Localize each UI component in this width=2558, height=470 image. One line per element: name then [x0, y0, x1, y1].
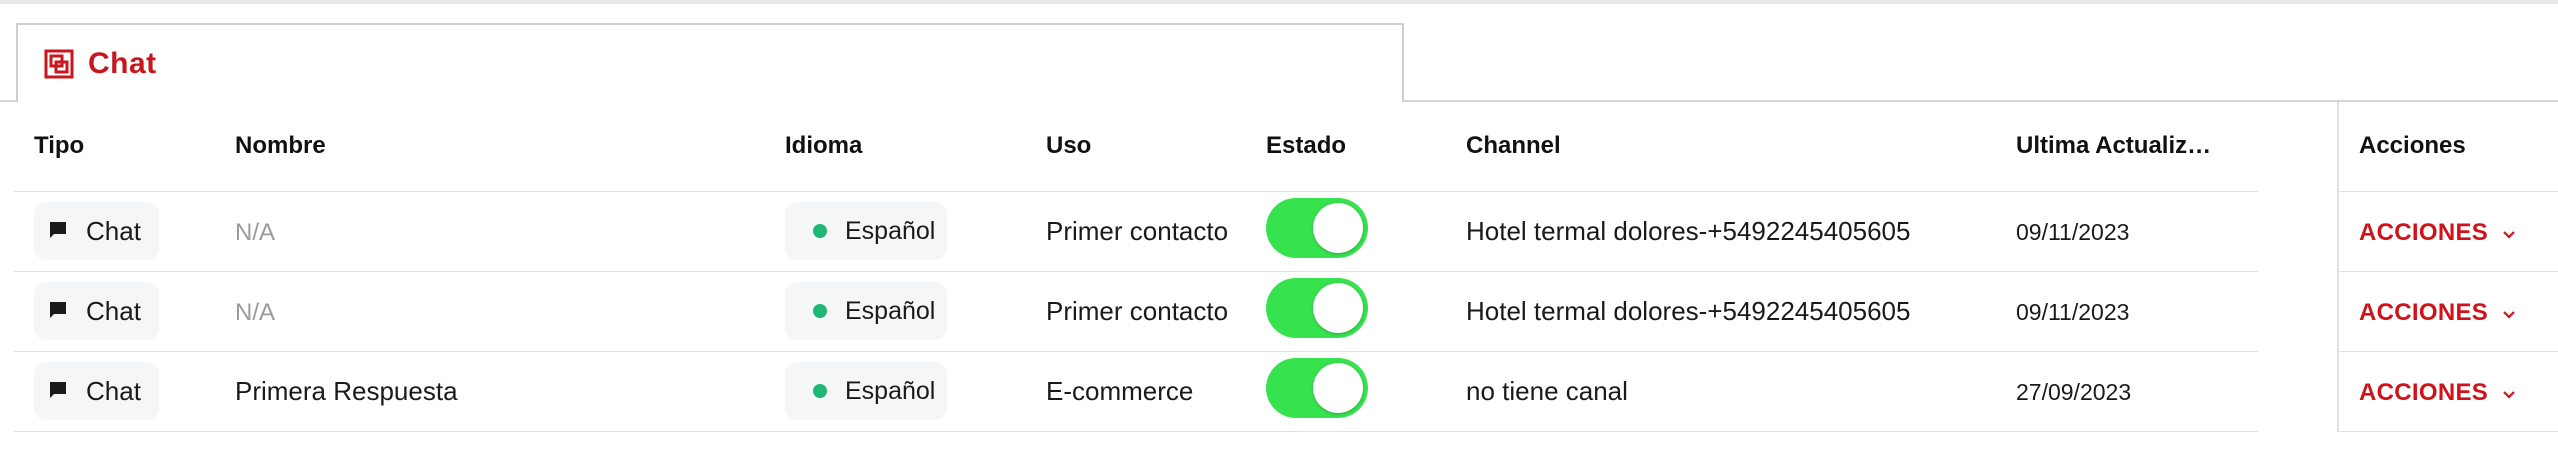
- channel-text: Hotel termal dolores-+5492245405605: [1466, 215, 1911, 246]
- cell-tipo: Chat: [14, 350, 215, 432]
- cell-nombre: N/A: [215, 270, 765, 351]
- toggle-knob: [1313, 362, 1363, 413]
- tipo-label: Chat: [86, 295, 141, 326]
- table-row: Chat N/A Español Primer contacto Hotel t…: [14, 270, 2558, 351]
- idioma-label: Español: [845, 216, 936, 245]
- tipo-chip: Chat: [34, 362, 159, 420]
- table-row: Chat Primera Respuesta Español E-commerc…: [14, 350, 2558, 432]
- table-row: Chat N/A Español Primer contacto Hotel t…: [14, 190, 2558, 271]
- table-header-row: Tipo Nombre Idioma Uso Estado Channel Ul…: [14, 102, 2558, 191]
- header-nombre[interactable]: Nombre: [215, 102, 765, 191]
- tipo-label: Chat: [86, 375, 141, 406]
- idioma-chip: Español: [785, 282, 948, 340]
- acciones-label: ACCIONES: [2359, 218, 2489, 246]
- chevron-down-icon: [2502, 299, 2516, 327]
- tab-bar: Chat: [0, 23, 2558, 102]
- tipo-chip: Chat: [34, 202, 159, 260]
- date-text: 09/11/2023: [2016, 298, 2130, 325]
- cell-uso: E-commerce: [1026, 350, 1246, 432]
- acciones-label: ACCIONES: [2359, 378, 2489, 406]
- date-text: 27/09/2023: [2016, 378, 2132, 405]
- cell-estado: [1246, 350, 1446, 432]
- cell-idioma: Español: [765, 270, 1026, 351]
- header-estado[interactable]: Estado: [1246, 102, 1446, 191]
- cell-tipo: Chat: [14, 270, 215, 351]
- cell-tipo: Chat: [14, 190, 215, 271]
- channel-text: Hotel termal dolores-+5492245405605: [1466, 295, 1911, 326]
- estado-toggle[interactable]: [1266, 197, 1368, 258]
- idioma-chip: Español: [785, 362, 948, 420]
- uso-text: Primer contacto: [1046, 295, 1229, 326]
- chevron-down-icon: [2502, 379, 2516, 407]
- tipo-chip: Chat: [34, 282, 159, 340]
- cell-idioma: Español: [765, 350, 1026, 432]
- acciones-button[interactable]: ACCIONES: [2359, 219, 2516, 247]
- acciones-button[interactable]: ACCIONES: [2359, 379, 2516, 407]
- header-channel[interactable]: Channel: [1446, 102, 1996, 191]
- cell-ultima-actualizacion: 27/09/2023: [1996, 350, 2258, 432]
- cell-acciones: ACCIONES: [2337, 270, 2558, 351]
- estado-toggle[interactable]: [1266, 277, 1368, 338]
- cell-channel: Hotel termal dolores-+5492245405605: [1446, 270, 1996, 351]
- date-text: 09/11/2023: [2016, 218, 2130, 245]
- cell-nombre: N/A: [215, 190, 765, 271]
- tipo-label: Chat: [86, 215, 141, 246]
- idioma-label: Español: [845, 376, 936, 405]
- header-idioma[interactable]: Idioma: [765, 102, 1026, 191]
- header-ultima-actualizacion[interactable]: Ultima Actualiz…: [1996, 102, 2258, 191]
- cell-uso: Primer contacto: [1026, 190, 1246, 271]
- toggle-knob: [1313, 282, 1363, 333]
- nombre-text: N/A: [235, 218, 276, 246]
- status-dot-icon: [813, 304, 827, 318]
- status-dot-icon: [813, 224, 827, 238]
- header-tipo[interactable]: Tipo: [14, 102, 215, 191]
- header-spacer: [2258, 102, 2338, 191]
- cell-ultima-actualizacion: 09/11/2023: [1996, 270, 2258, 351]
- cell-nombre: Primera Respuesta: [215, 350, 765, 432]
- tab-chat[interactable]: Chat: [16, 23, 1404, 102]
- uso-text: Primer contacto: [1046, 215, 1229, 246]
- channels-table: Tipo Nombre Idioma Uso Estado Channel Ul…: [14, 102, 2558, 432]
- status-dot-icon: [813, 384, 827, 398]
- estado-toggle[interactable]: [1266, 357, 1368, 418]
- tab-chat-label: Chat: [88, 46, 157, 80]
- cell-spacer: [2258, 270, 2338, 351]
- nombre-text: N/A: [235, 298, 276, 326]
- acciones-label: ACCIONES: [2359, 298, 2489, 326]
- toggle-knob: [1313, 202, 1363, 253]
- top-divider: [0, 0, 2558, 4]
- chat-window-icon: [42, 47, 76, 81]
- message-icon: [48, 216, 68, 247]
- chevron-down-icon: [2502, 219, 2516, 247]
- cell-estado: [1246, 270, 1446, 351]
- idioma-label: Español: [845, 296, 936, 325]
- cell-acciones: ACCIONES: [2337, 350, 2558, 432]
- cell-acciones: ACCIONES: [2337, 190, 2558, 271]
- idioma-chip: Español: [785, 202, 948, 260]
- cell-ultima-actualizacion: 09/11/2023: [1996, 190, 2258, 271]
- message-icon: [48, 296, 68, 327]
- cell-spacer: [2258, 190, 2338, 271]
- header-acciones: Acciones: [2337, 102, 2558, 191]
- acciones-button[interactable]: ACCIONES: [2359, 299, 2516, 327]
- cell-channel: no tiene canal: [1446, 350, 1996, 432]
- channel-text: no tiene canal: [1466, 375, 1628, 406]
- cell-channel: Hotel termal dolores-+5492245405605: [1446, 190, 1996, 271]
- cell-uso: Primer contacto: [1026, 270, 1246, 351]
- cell-estado: [1246, 190, 1446, 271]
- cell-spacer: [2258, 350, 2338, 432]
- nombre-text: Primera Respuesta: [235, 375, 458, 406]
- message-icon: [48, 376, 68, 407]
- uso-text: E-commerce: [1046, 375, 1194, 406]
- header-uso[interactable]: Uso: [1026, 102, 1246, 191]
- cell-idioma: Español: [765, 190, 1026, 271]
